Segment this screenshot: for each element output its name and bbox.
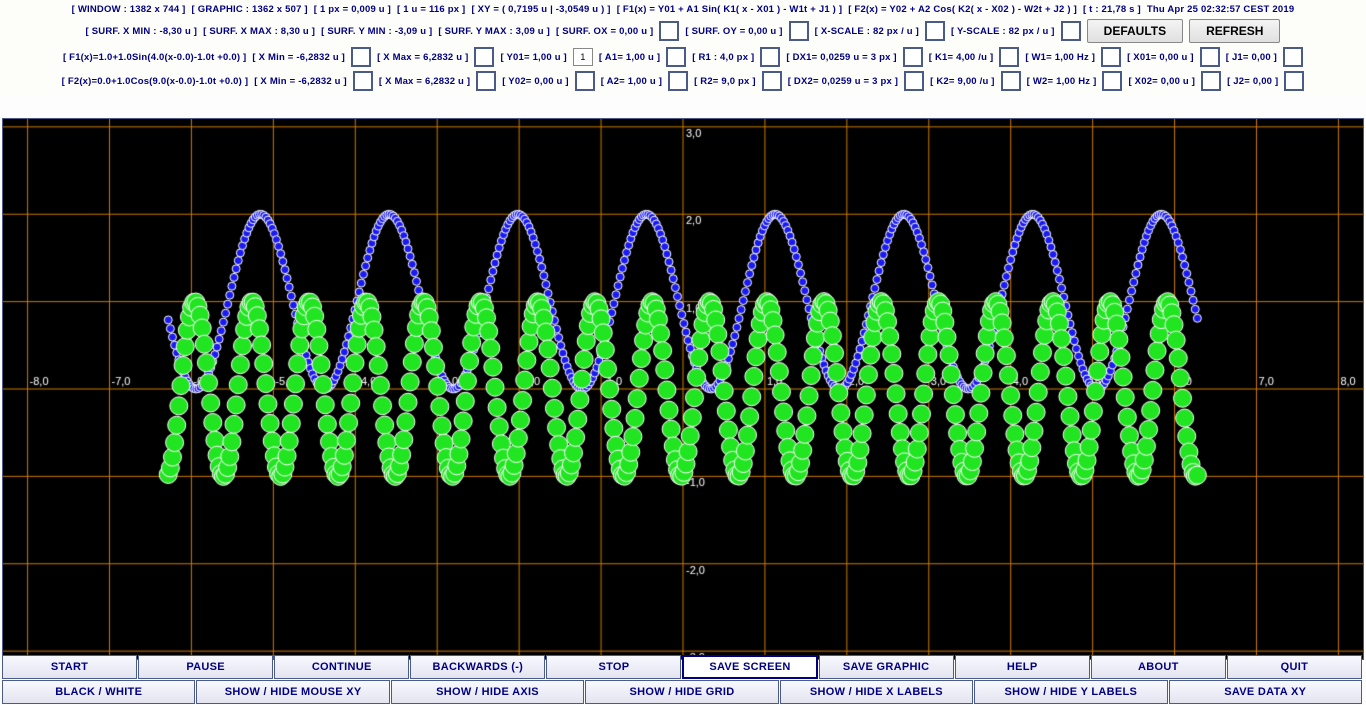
info-label: [ Y01= 1,00 u ] [500, 52, 566, 63]
info-label: [ R1 : 4,0 px ] [692, 52, 754, 63]
info-label: [ X Min = -6,2832 u ] [252, 52, 345, 63]
checkbox[interactable] [575, 71, 595, 91]
info-label: [ t : 21,78 s ] [1083, 4, 1141, 15]
show-hide-y-labels-button[interactable]: SHOW / HIDE Y LABELS [974, 680, 1167, 704]
save-graphic-button[interactable]: SAVE GRAPHIC [819, 655, 954, 679]
checkbox[interactable] [474, 47, 494, 67]
info-label: [ DX2= 0,0259 u = 3 px ] [788, 76, 898, 87]
show-hide-x-labels-button[interactable]: SHOW / HIDE X LABELS [780, 680, 973, 704]
info-label: [ DX1= 0,0259 u = 3 px ] [786, 52, 896, 63]
info-row-1: [ WINDOW : 1382 x 744 ] [ GRAPHIC : 1362 … [5, 2, 1361, 17]
info-label: [ WINDOW : 1382 x 744 ] [72, 4, 186, 15]
save-screen-button[interactable]: SAVE SCREEN [682, 655, 817, 679]
value-input[interactable] [573, 48, 593, 66]
info-label: [ SURF. OY = 0,00 u ] [685, 26, 782, 37]
checkbox[interactable] [925, 21, 945, 41]
checkbox[interactable] [999, 47, 1019, 67]
save-data-xy-button[interactable]: SAVE DATA XY [1169, 680, 1362, 704]
info-label: [ SURF. OX = 0,00 u ] [556, 26, 653, 37]
help-button[interactable]: HELP [955, 655, 1090, 679]
info-label: [ X01= 0,00 u ] [1127, 52, 1194, 63]
info-label: [ X Max = 6,2832 u ] [379, 76, 470, 87]
info-label: [ GRAPHIC : 1362 x 507 ] [192, 4, 308, 15]
checkbox[interactable] [789, 21, 809, 41]
button-row-1: STARTPAUSECONTINUEBACKWARDS (-)STOPSAVE … [2, 655, 1362, 679]
info-label: [ X Max = 6,2832 u ] [377, 52, 468, 63]
info-label: [ Y-SCALE : 82 px / u ] [951, 26, 1055, 37]
info-label: [ SURF. X MIN : -8,30 u ] [86, 26, 198, 37]
info-row-3: [ F1(x)=1.0+1.0Sin(4.0(x-0.0)-1.0t +0.0)… [5, 45, 1361, 69]
info-label: [ J2= 0,00 ] [1227, 76, 1278, 87]
info-label: [ SURF. X MAX : 8,30 u ] [203, 26, 315, 37]
info-row-2: [ SURF. X MIN : -8,30 u ] [ SURF. X MAX :… [5, 17, 1361, 45]
show-hide-grid-button[interactable]: SHOW / HIDE GRID [585, 680, 778, 704]
info-label: [ F1(x)=1.0+1.0Sin(4.0(x-0.0)-1.0t +0.0)… [63, 52, 246, 63]
checkbox[interactable] [1284, 71, 1304, 91]
info-label: [ X02= 0,00 u ] [1128, 76, 1195, 87]
checkbox[interactable] [1001, 71, 1021, 91]
checkbox[interactable] [1200, 47, 1220, 67]
info-label: [ K1= 4,00 /u ] [929, 52, 994, 63]
info-label: [ F2(x)=0.0+1.0Cos(9.0(x-0.0)-1.0t +0.0)… [62, 76, 249, 87]
checkbox[interactable] [659, 21, 679, 41]
pause-button[interactable]: PAUSE [138, 655, 273, 679]
checkbox[interactable] [353, 71, 373, 91]
info-label: [ A1= 1,00 u ] [599, 52, 660, 63]
info-label: [ F2(x) = Y02 + A2 Cos( K2( x - X02 ) - … [848, 4, 1077, 15]
checkbox[interactable] [476, 71, 496, 91]
info-label: [ A2= 1,00 u ] [601, 76, 662, 87]
bottom-toolbar: STARTPAUSECONTINUEBACKWARDS (-)STOPSAVE … [2, 654, 1362, 704]
checkbox[interactable] [1061, 21, 1081, 41]
quit-button[interactable]: QUIT [1227, 655, 1362, 679]
info-label: [ K2= 9,00 /u ] [930, 76, 995, 87]
checkbox[interactable] [762, 71, 782, 91]
info-label: [ F1(x) = Y01 + A1 Sin( K1( x - X01 ) - … [617, 4, 843, 15]
checkbox[interactable] [1101, 47, 1121, 67]
continue-button[interactable]: CONTINUE [274, 655, 409, 679]
info-label: [ SURF. Y MIN : -3,09 u ] [321, 26, 432, 37]
defaults-button[interactable]: DEFAULTS [1087, 19, 1183, 43]
plot-canvas [2, 118, 1364, 660]
info-label: [ SURF. Y MAX : 3,09 u ] [438, 26, 550, 37]
info-label: [ J1= 0,00 ] [1226, 52, 1277, 63]
info-label: Thu Apr 25 02:32:57 CEST 2019 [1147, 4, 1294, 15]
info-label: [ X Min = -6,2832 u ] [254, 76, 347, 87]
checkbox[interactable] [760, 47, 780, 67]
stop-button[interactable]: STOP [546, 655, 681, 679]
button-row-2: BLACK / WHITESHOW / HIDE MOUSE XYSHOW / … [2, 680, 1362, 704]
backwards--button[interactable]: BACKWARDS (-) [410, 655, 545, 679]
checkbox[interactable] [1201, 71, 1221, 91]
checkbox[interactable] [1283, 47, 1303, 67]
show-hide-axis-button[interactable]: SHOW / HIDE AXIS [391, 680, 584, 704]
refresh-button[interactable]: REFRESH [1189, 19, 1280, 43]
info-label: [ Y02= 0,00 u ] [502, 76, 568, 87]
info-label: [ R2= 9,0 px ] [694, 76, 756, 87]
about-button[interactable]: ABOUT [1091, 655, 1226, 679]
checkbox[interactable] [903, 47, 923, 67]
checkbox[interactable] [668, 71, 688, 91]
checkbox[interactable] [904, 71, 924, 91]
info-label: [ W2= 1,00 Hz ] [1027, 76, 1097, 87]
black-white-button[interactable]: BLACK / WHITE [2, 680, 195, 704]
checkbox[interactable] [666, 47, 686, 67]
info-label: [ XY = ( 0,7195 u | -3,0549 u ) ] [471, 4, 610, 15]
info-row-4: [ F2(x)=0.0+1.0Cos(9.0(x-0.0)-1.0t +0.0)… [5, 69, 1361, 93]
info-label: [ 1 u = 116 px ] [397, 4, 465, 15]
info-label: [ X-SCALE : 82 px / u ] [815, 26, 919, 37]
info-label: [ W1= 1,00 Hz ] [1025, 52, 1095, 63]
info-label: [ 1 px = 0,009 u ] [314, 4, 391, 15]
checkbox[interactable] [1102, 71, 1122, 91]
start-button[interactable]: START [2, 655, 137, 679]
checkbox[interactable] [351, 47, 371, 67]
header-panel: [ WINDOW : 1382 x 744 ] [ GRAPHIC : 1362 … [0, 0, 1366, 95]
show-hide-mouse-xy-button[interactable]: SHOW / HIDE MOUSE XY [196, 680, 389, 704]
